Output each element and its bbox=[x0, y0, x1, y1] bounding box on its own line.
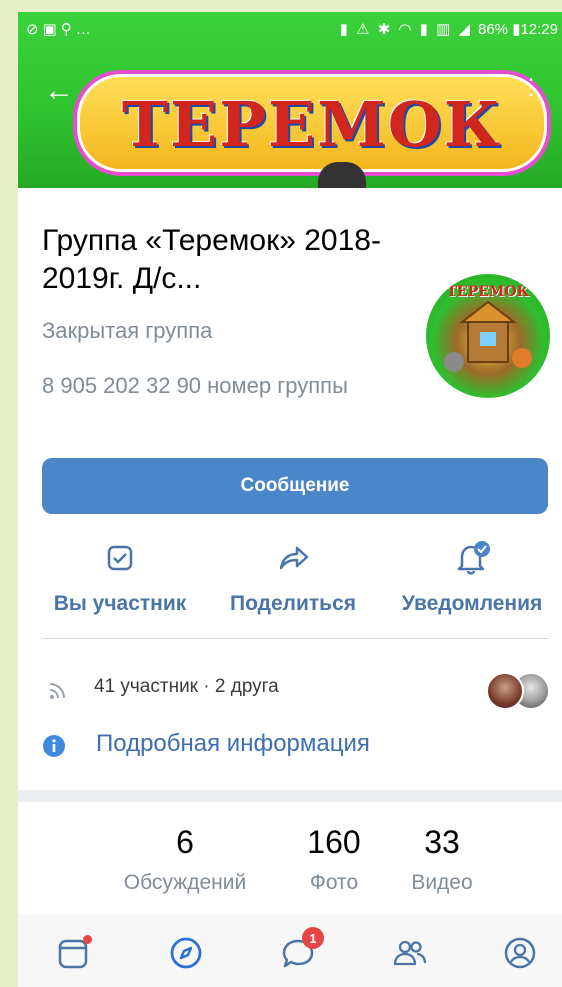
profile-icon bbox=[504, 937, 536, 969]
member-action[interactable]: Вы участник bbox=[40, 540, 200, 616]
counter-value: 33 bbox=[424, 824, 460, 860]
notifications-action[interactable]: Уведомления bbox=[390, 540, 554, 616]
share-action-label: Поделиться bbox=[229, 592, 357, 615]
link-icon: ⊘ bbox=[26, 21, 43, 38]
tab-explore[interactable] bbox=[166, 933, 206, 973]
counter-value: 6 bbox=[176, 824, 194, 860]
tab-profile[interactable] bbox=[500, 933, 540, 973]
clock: 12:29 bbox=[520, 21, 558, 38]
share-action[interactable]: Поделиться bbox=[218, 540, 368, 616]
photos-counter[interactable]: 160 Фото bbox=[284, 824, 384, 895]
status-left-icons: ⊘▣⚲… bbox=[26, 20, 95, 38]
cover-logo: ТЕРЕМОК bbox=[73, 70, 551, 176]
check-square-icon bbox=[107, 545, 133, 571]
more-dots-icon: … bbox=[75, 21, 95, 38]
counter-label: Фото bbox=[309, 871, 359, 894]
group-title: Группа «Теремок» 2018-2019г. Д/с... bbox=[42, 224, 381, 295]
battery-level: 86% bbox=[477, 21, 509, 38]
counters: 6 Обсуждений 160 Фото 33 Видео bbox=[18, 824, 562, 904]
compass-icon bbox=[170, 937, 202, 969]
counter-label: Видео bbox=[411, 871, 473, 894]
avatar-house-illustration bbox=[444, 300, 532, 372]
search-icon: ⚲ bbox=[60, 21, 76, 38]
notifications-action-label: Уведомления bbox=[401, 592, 543, 615]
status-right: ▮ ⚠ ✱ ◠ ▮ ▥ ◢ 86% ▮12:29 bbox=[340, 20, 558, 38]
bell-check-icon bbox=[457, 541, 490, 575]
discussions-counter[interactable]: 6 Обсуждений bbox=[110, 824, 260, 895]
system-icons: ▮ ⚠ ✱ ◠ ▮ ▥ ◢ bbox=[339, 21, 472, 38]
friends-icon bbox=[393, 940, 427, 966]
info-link-label: Подробная информация bbox=[96, 730, 370, 757]
members-count: 41 участник · 2 друга bbox=[94, 676, 279, 697]
members-row[interactable]: 41 участник · 2 друга bbox=[42, 672, 550, 710]
group-actions: Вы участник Поделиться Уведомления bbox=[18, 540, 562, 640]
tab-friends[interactable] bbox=[390, 933, 430, 973]
notification-dot bbox=[83, 935, 92, 944]
counter-value: 160 bbox=[307, 824, 361, 860]
cover-logo-text: ТЕРЕМОК bbox=[121, 88, 503, 161]
back-arrow-icon[interactable]: ← bbox=[44, 76, 74, 106]
image-icon: ▣ bbox=[42, 21, 61, 38]
status-bar: ⊘▣⚲… ▮ ⚠ ✱ ◠ ▮ ▥ ◢ 86% ▮12:29 bbox=[18, 12, 562, 46]
group-cover: ТЕРЕМОК ⊘▣⚲… ▮ ⚠ ✱ ◠ ▮ ▥ ◢ 86% ▮12:29 ← ⋮ bbox=[18, 12, 562, 188]
section-separator bbox=[18, 790, 562, 802]
share-arrow-icon bbox=[279, 546, 309, 570]
message-button[interactable]: Сообщение bbox=[42, 458, 548, 514]
counter-label: Обсуждений bbox=[123, 871, 247, 894]
info-icon bbox=[43, 735, 65, 757]
bottom-tab-bar: 1 bbox=[18, 915, 562, 987]
app-screen: ТЕРЕМОК ⊘▣⚲… ▮ ⚠ ✱ ◠ ▮ ▥ ◢ 86% ▮12:29 ← ⋮… bbox=[18, 12, 562, 987]
divider bbox=[42, 638, 548, 639]
more-vert-icon[interactable]: ⋮ bbox=[520, 76, 542, 98]
messages-badge: 1 bbox=[302, 927, 324, 949]
rss-icon bbox=[49, 683, 65, 699]
videos-counter[interactable]: 33 Видео bbox=[392, 824, 492, 895]
group-type: Закрытая группа bbox=[42, 318, 213, 343]
cover-decoration bbox=[318, 162, 366, 188]
member-action-label: Вы участник bbox=[53, 592, 187, 615]
friend-avatar[interactable] bbox=[486, 672, 524, 710]
tab-messages[interactable]: 1 bbox=[278, 927, 324, 973]
tab-news[interactable] bbox=[54, 933, 94, 973]
group-status: 8 905 202 32 90 номер группы bbox=[42, 373, 348, 398]
group-avatar[interactable]: ТЕРЕМОК bbox=[426, 274, 550, 398]
